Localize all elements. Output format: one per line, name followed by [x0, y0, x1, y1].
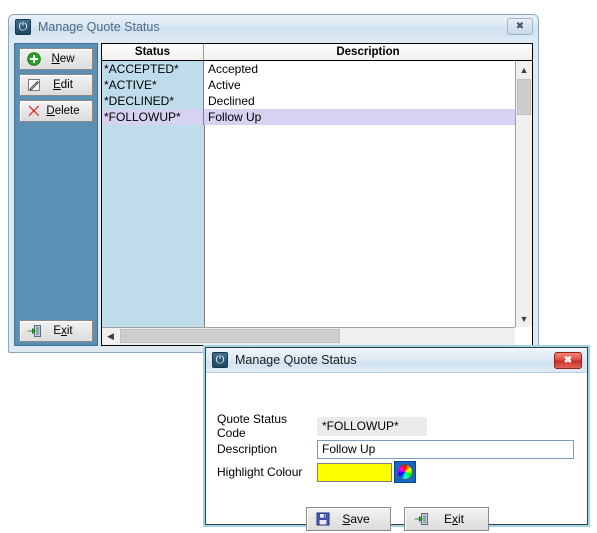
manage-quote-status-window: ⏻ Manage Quote Status ✖ New Edit Delete …: [8, 14, 539, 353]
close-icon[interactable]: ✖: [507, 18, 533, 35]
pencil-edit-icon: [24, 78, 44, 92]
description-row: Description Follow Up: [217, 439, 574, 459]
table-row[interactable]: *ACCEPTED* Accepted: [102, 61, 515, 77]
cell-status: *ACCEPTED*: [102, 61, 204, 77]
exit-button[interactable]: Exit: [19, 320, 93, 342]
quote-status-form: Quote Status Code *FOLLOWUP* Description…: [206, 374, 587, 531]
cell-description: Active: [204, 77, 515, 93]
exit-button-label: Exit: [443, 512, 464, 526]
column-header-description[interactable]: Description: [204, 44, 532, 60]
quote-status-code-label: Quote Status Code: [217, 412, 288, 440]
quote-status-code-field: *FOLLOWUP*: [317, 416, 427, 436]
exit-button-label: Exit: [53, 325, 73, 337]
chevron-left-icon[interactable]: ◀: [102, 328, 119, 345]
new-button-label: New: [51, 53, 75, 65]
save-button[interactable]: Save: [306, 507, 391, 531]
cell-description: Accepted: [204, 61, 515, 77]
vertical-scrollbar[interactable]: ▲ ▼: [515, 61, 532, 327]
cell-status: *ACTIVE*: [102, 77, 204, 93]
horizontal-scrollbar[interactable]: ◀: [102, 327, 515, 345]
chevron-up-icon[interactable]: ▲: [516, 61, 532, 78]
exit-door-icon: [410, 512, 432, 526]
cell-description: Declined: [204, 93, 515, 109]
new-button[interactable]: New: [19, 48, 93, 70]
close-icon[interactable]: ✖: [554, 352, 582, 369]
child-window-title: Manage Quote Status: [235, 353, 357, 367]
red-x-icon: [24, 104, 44, 118]
table-row-selected[interactable]: *FOLLOWUP* Follow Up: [102, 109, 515, 125]
power-icon: ⏻: [212, 352, 228, 368]
quote-status-grid: Status Description *ACCEPTED* Accepted *…: [101, 43, 533, 346]
chevron-down-icon[interactable]: ▼: [516, 310, 532, 327]
grid-rows-area: *ACCEPTED* Accepted *ACTIVE* Active *DEC…: [102, 61, 515, 327]
column-header-status[interactable]: Status: [102, 44, 204, 60]
action-tool-panel: New Edit Delete Exit: [14, 43, 98, 346]
power-icon: ⏻: [15, 19, 31, 35]
vertical-scrollbar-thumb[interactable]: [517, 79, 531, 115]
highlight-colour-label: Highlight Colour: [217, 465, 303, 479]
colour-wheel-icon: [397, 464, 413, 480]
exit-door-icon: [24, 324, 44, 338]
parent-window-title: Manage Quote Status: [38, 20, 160, 34]
edit-button[interactable]: Edit: [19, 74, 93, 96]
highlight-colour-swatch[interactable]: [317, 462, 392, 482]
child-title-bar[interactable]: ⏻ Manage Quote Status ✖: [206, 348, 587, 373]
edit-quote-status-dialog: ⏻ Manage Quote Status ✖ Quote Status Cod…: [205, 347, 588, 531]
add-circle-icon: [24, 52, 44, 66]
table-row[interactable]: *ACTIVE* Active: [102, 77, 515, 93]
horizontal-scrollbar-thumb[interactable]: [120, 329, 340, 343]
parent-window-body: New Edit Delete Exit Status Description …: [9, 39, 538, 352]
description-input[interactable]: Follow Up: [317, 439, 574, 459]
quote-status-code-row: Quote Status Code *FOLLOWUP*: [217, 412, 427, 440]
floppy-save-icon: [312, 512, 334, 526]
cell-status: *FOLLOWUP*: [102, 109, 204, 125]
cell-status: *DECLINED*: [102, 93, 204, 109]
exit-button[interactable]: Exit: [404, 507, 489, 531]
save-button-label: Save: [342, 512, 370, 526]
grid-header-row: Status Description: [102, 44, 532, 61]
colour-picker-button[interactable]: [394, 461, 416, 483]
highlight-colour-row: Highlight Colour: [217, 461, 416, 483]
cell-description: Follow Up: [204, 109, 515, 125]
delete-button-label: Delete: [46, 105, 80, 117]
delete-button[interactable]: Delete: [19, 100, 93, 122]
table-row[interactable]: *DECLINED* Declined: [102, 93, 515, 109]
edit-button-label: Edit: [53, 79, 73, 91]
parent-title-bar[interactable]: ⏻ Manage Quote Status ✖: [9, 15, 538, 39]
description-label: Description: [217, 442, 278, 456]
